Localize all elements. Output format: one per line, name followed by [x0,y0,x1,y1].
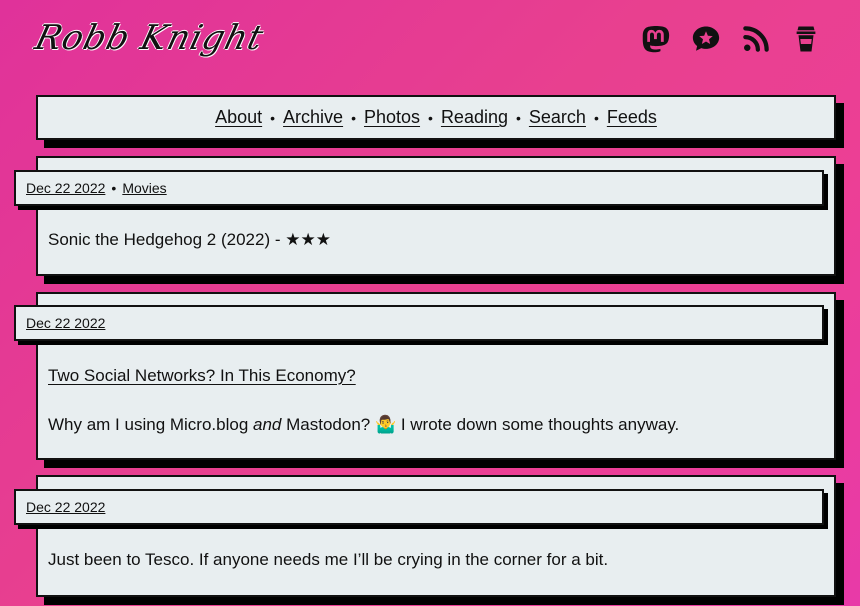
nav-separator: • [351,109,356,126]
rss-link[interactable] [740,22,772,56]
post-date-link[interactable]: Dec 22 2022 [26,180,105,196]
post-text-emphasis: and [253,415,282,434]
coffee-link[interactable] [790,22,822,56]
nav-separator: • [428,109,433,126]
post-card: Dec 22 2022 Just been to Tesco. If anyon… [14,475,836,597]
post-body: Just been to Tesco. If anyone needs me I… [48,550,608,570]
main-nav: About • Archive • Photos • Reading • Sea… [36,95,836,140]
meta-separator: • [111,180,117,196]
post-text: Just been to Tesco. If anyone needs me I… [48,550,609,569]
post-text: Why am I using Micro.blog [48,415,254,434]
site-logo[interactable]: Robb Knight [31,18,268,58]
nav-about[interactable]: About [215,107,262,128]
microblog-icon [692,26,720,51]
nav-separator: • [270,109,276,126]
nav-reading[interactable]: Reading [441,107,508,128]
post-date-link[interactable]: Dec 22 2022 [26,315,105,331]
nav-feeds[interactable]: Feeds [607,107,657,128]
rss-icon [743,26,769,52]
post-body: Two Social Networks? In This Economy? [48,366,356,386]
post-meta: Dec 22 2022 [14,305,824,341]
social-links [640,22,822,56]
nav-photos[interactable]: Photos [364,107,420,128]
post-text: Mastodon? 🤷‍♂️ I wrote down some thought… [281,415,680,434]
nav-separator: • [516,109,521,126]
nav-separator: • [593,109,599,126]
coffee-cup-icon [796,26,816,52]
microblog-link[interactable] [690,22,722,56]
post-text: Sonic the Hedgehog 2 (2022) - ★★★ [48,230,331,249]
post-meta: Dec 22 2022 [14,489,824,525]
nav-archive[interactable]: Archive [283,107,343,128]
post-category-link[interactable]: Movies [122,180,166,196]
post-date-link[interactable]: Dec 22 2022 [26,499,105,515]
mastodon-icon [642,26,670,53]
post-body: Sonic the Hedgehog 2 (2022) - ★★★ [48,230,331,250]
nav-search[interactable]: Search [529,107,586,128]
mastodon-link[interactable] [640,22,672,56]
post-title-link[interactable]: Two Social Networks? In This Economy? [48,366,356,385]
post-card: Dec 22 2022 • Movies Sonic the Hedgehog … [14,156,836,276]
post-card: Dec 22 2022 Two Social Networks? In This… [14,292,836,460]
post-excerpt: Why am I using Micro.blog and Mastodon? … [48,415,679,435]
post-meta: Dec 22 2022 • Movies [14,170,824,206]
